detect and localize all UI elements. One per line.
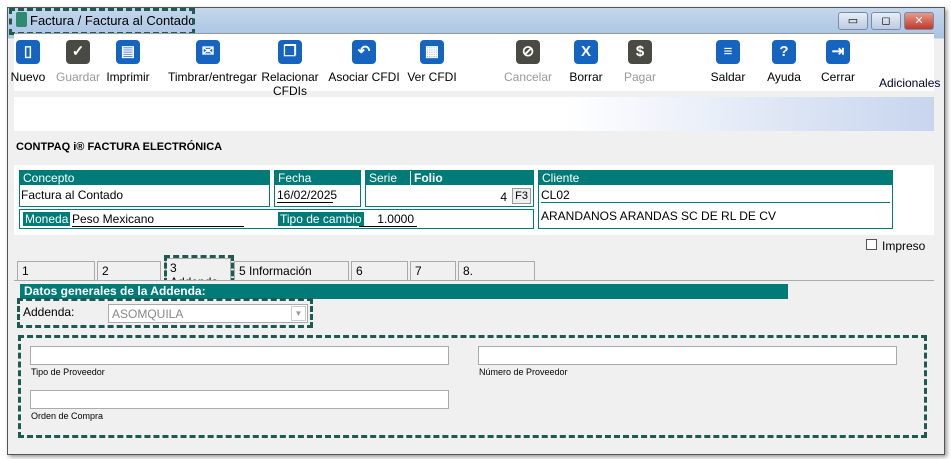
toolbar-label: Relacionar CFDIs <box>261 70 319 98</box>
toolbar-cerrar-button[interactable]: ⇥ Cerrar <box>798 40 878 84</box>
tipo-cambio-field[interactable]: 1.0000 <box>359 212 417 227</box>
tab-1-movimientos[interactable]: 1 Movimientos <box>17 261 95 292</box>
fecha-label: Fecha <box>275 171 360 185</box>
f3-button[interactable]: F3 <box>512 188 531 204</box>
checkmark-icon: ✓ <box>66 40 90 64</box>
concepto-box: Concepto Factura al Contado <box>19 170 270 207</box>
help-icon: ? <box>772 40 796 64</box>
stamp-mail-icon: ✉ <box>196 40 220 64</box>
settle-icon: ≡ <box>716 40 740 64</box>
toolbar-label: Imprimir <box>106 70 150 84</box>
tab-5-informaci-n-adicional[interactable]: 5 Información Adicional <box>234 261 349 292</box>
delete-icon: X <box>574 40 598 64</box>
moneda-label: Moneda <box>23 212 71 226</box>
toolbar-pagar-button[interactable]: $ Pagar <box>600 40 680 84</box>
associate-icon: ↶ <box>352 40 376 64</box>
fields-highlight <box>18 335 927 438</box>
concepto-label: Concepto <box>20 171 269 185</box>
tab-2-generales[interactable]: 2 Generales <box>97 261 161 292</box>
section-title: Datos generales de la Addenda: <box>20 284 788 299</box>
restore-button[interactable]: ◻ <box>871 12 901 30</box>
moneda-field[interactable]: Peso Mexicano <box>72 212 244 227</box>
pay-icon: $ <box>628 40 652 64</box>
close-button[interactable]: ✕ <box>904 12 934 30</box>
view-cfdi-icon: ▦ <box>420 40 444 64</box>
stack-documents-icon: ❐ <box>278 40 302 64</box>
impreso-checkbox[interactable] <box>866 239 877 250</box>
tipo-cambio-label: Tipo de cambio <box>278 212 364 226</box>
app-title: CONTPAQ i® FACTURA ELECTRÓNICA <box>16 141 223 153</box>
cliente-box: Cliente CL02 ARANDANOS ARANDAS SC DE RL … <box>538 170 893 229</box>
toolbar-imprimir-button[interactable]: ▤ Imprimir <box>88 40 168 84</box>
adicionales-menu[interactable]: Adicionales <box>879 76 940 90</box>
tab-7-pagos[interactable]: 7 Pagos <box>410 261 456 292</box>
folio-field[interactable]: 4 <box>500 190 507 204</box>
fecha-field[interactable]: 16/02/2025 <box>277 188 337 203</box>
concepto-field[interactable]: Factura al Contado <box>20 185 269 205</box>
cancel-icon: ⊘ <box>516 40 540 64</box>
cliente-code-field[interactable]: CL02 <box>541 188 890 203</box>
cliente-label: Cliente <box>539 171 892 185</box>
title-highlight <box>9 8 195 35</box>
exit-door-icon: ⇥ <box>826 40 850 64</box>
folio-box: Serie Folio 4 F3 <box>365 170 534 207</box>
minimize-button[interactable]: ▭ <box>838 12 868 30</box>
moneda-box: Moneda Peso Mexicano Tipo de cambio 1.00… <box>19 209 534 229</box>
impreso-label: Impreso <box>882 239 926 253</box>
toolbar-label: Pagar <box>623 70 657 84</box>
folio-label: Folio <box>414 171 443 185</box>
fecha-box: Fecha 16/02/2025 <box>274 170 361 207</box>
addenda-select-highlight <box>17 298 313 328</box>
toolbar-relacionar-cfdis-button[interactable]: ❐ Relacionar CFDIs <box>250 40 330 98</box>
toolbar: ▯ Nuevo ✓ Guardar ▤ Imprimir ✉ Timbrar/entregar… <box>11 33 934 98</box>
serie-label: Serie <box>366 171 411 185</box>
tab-6-usuario[interactable]: 6 Usuario <box>351 261 408 292</box>
printer-icon: ▤ <box>116 40 140 64</box>
toolbar-label: Cerrar <box>820 70 855 84</box>
tab-8-expediente[interactable]: 8. Expediente <box>458 261 535 292</box>
toolbar-label: Ver CFDI <box>407 70 457 84</box>
toolbar-label: Timbrar/entregar <box>168 70 257 84</box>
toolbar-ver-cfdi-button[interactable]: ▦ Ver CFDI <box>392 40 472 84</box>
cliente-name-field[interactable]: ARANDANOS ARANDAS SC DE RL DE CV <box>539 206 892 226</box>
toolbar-timbrar-entregar-button[interactable]: ✉ Timbrar/entregar <box>168 40 257 84</box>
banner <box>14 97 934 131</box>
new-document-icon: ▯ <box>16 40 40 64</box>
